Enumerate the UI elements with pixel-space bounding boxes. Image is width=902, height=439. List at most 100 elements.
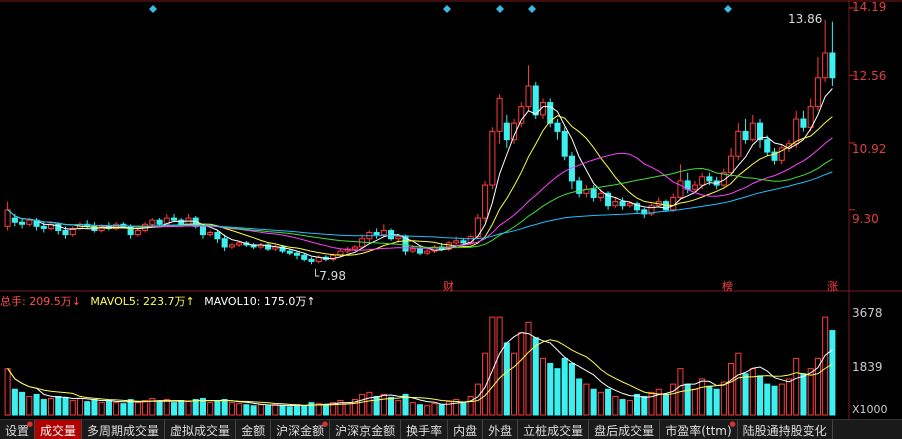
volume-bar-down — [170, 402, 178, 416]
tab-label: 多周期成交量 — [87, 424, 160, 438]
tab-label: 换手率 — [406, 424, 443, 438]
volume-axis-top: 3678 — [852, 306, 883, 320]
volume-bar-up — [163, 399, 170, 416]
volume-bar-up — [366, 391, 373, 416]
tab-8[interactable]: 内盘 — [448, 420, 484, 439]
volume-bar-up — [236, 403, 243, 416]
volume-bar-up — [496, 316, 503, 416]
tab-10[interactable]: 立桩成交量 — [518, 420, 590, 439]
volume-bar-up — [395, 400, 402, 416]
candle-up — [359, 238, 366, 248]
price-axis-level-1: 12.56 — [852, 69, 887, 83]
candle-down — [742, 130, 749, 141]
candle-down — [373, 232, 380, 236]
volume-bar-down — [11, 388, 18, 416]
candle-down — [199, 225, 206, 236]
tab-3[interactable]: 虚拟成交量 — [165, 420, 237, 439]
volume-bar-up — [699, 378, 706, 416]
volume-bar-down — [322, 404, 329, 416]
price-axis-level-2: 10.92 — [852, 142, 887, 156]
volume-bar-up — [525, 321, 532, 416]
tab-label: 内盘 — [453, 424, 478, 438]
candle-up — [496, 97, 503, 132]
volume-bar-down — [662, 393, 670, 416]
volume-bar-down — [800, 373, 807, 416]
volume-bar-down — [503, 342, 510, 416]
volume-bar-down — [829, 330, 836, 416]
volume-bar-down — [33, 393, 40, 416]
tab-1[interactable]: 成交量 — [35, 420, 83, 439]
volume-bar-down — [120, 403, 127, 416]
tab-dot-icon: ● — [26, 420, 34, 428]
tab-label: 沪深京金额 — [335, 424, 396, 438]
volume-bar-up — [691, 388, 698, 416]
candle-up — [691, 184, 698, 190]
volume-bar-down — [532, 337, 539, 416]
volume-bar-up — [612, 395, 619, 416]
volume-bar-down — [156, 401, 163, 416]
candle-up — [149, 219, 156, 225]
volume-bar-down — [706, 385, 713, 416]
volume-bar-up — [518, 332, 525, 416]
low-price-label: └7.98 — [312, 269, 346, 283]
tab-9[interactable]: 外盘 — [483, 420, 519, 439]
volume-bar-up — [670, 383, 677, 416]
volume-bar-down — [250, 405, 257, 416]
volume-bar-down — [634, 393, 641, 416]
volume-bar-up — [583, 383, 590, 416]
volume-axis-mid: 1839 — [852, 360, 883, 374]
volume-bar-up — [778, 383, 785, 416]
candle-up — [351, 246, 358, 250]
volume-bar-up — [257, 404, 264, 416]
volume-bar-down — [713, 388, 720, 416]
candle-down — [40, 225, 47, 229]
tab-dot-icon: ● — [729, 420, 736, 428]
volume-bar-up — [113, 402, 120, 416]
volume-bar-down — [619, 399, 626, 416]
volume-bar-up — [431, 403, 438, 416]
tab-2[interactable]: 多周期成交量 — [82, 420, 166, 439]
candle-up — [749, 122, 756, 141]
volume-bar-up — [424, 405, 431, 416]
volume-bar-down — [684, 383, 691, 416]
indicator-tab-bar: 设置 ● 成交量 多周期成交量 虚拟成交量 金额 沪深金额 ● 沪深京金额 换手率 内盘 外盘 立桩成交… — [0, 419, 902, 439]
tab-label: 立桩成交量 — [523, 424, 584, 438]
tab-0[interactable]: 设置 ● — [0, 420, 36, 439]
candle-down — [706, 176, 713, 182]
candle-down — [829, 52, 836, 79]
tab-label: 设置 — [5, 424, 30, 438]
candle-up — [807, 106, 814, 128]
tab-4[interactable]: 金额 — [236, 420, 272, 439]
tab-6[interactable]: 沪深京金额 — [330, 420, 402, 439]
total-volume-label: 总手: 209.5万↓ — [0, 295, 81, 308]
candle-down — [178, 219, 185, 225]
candle-up — [677, 180, 684, 198]
volume-bar-down — [40, 399, 47, 416]
candle-down — [460, 240, 467, 244]
event-tag-limit-up[interactable]: 涨 — [827, 278, 838, 294]
tab-7[interactable]: 换手率 — [401, 420, 449, 439]
event-tag-news[interactable]: 财 — [443, 278, 454, 294]
volume-bar-up — [409, 402, 416, 416]
volume-bar-down — [301, 405, 308, 416]
tab-13[interactable]: 陆股通持股变化 — [738, 420, 833, 439]
tab-label: 盘后成交量 — [594, 424, 655, 438]
tab-label: 外盘 — [488, 424, 513, 438]
tab-11[interactable]: 盘后成交量 — [589, 420, 661, 439]
volume-bar-up — [822, 316, 829, 416]
volume-bar-up — [720, 381, 727, 416]
candle-down — [416, 248, 424, 254]
candle-up — [626, 203, 633, 207]
candle-up — [424, 250, 431, 254]
volume-bar-up — [793, 357, 800, 416]
volume-bar-down — [243, 404, 250, 416]
tab-12[interactable]: 市盈率(ttm) ● — [660, 420, 738, 439]
volume-bar-down — [105, 400, 112, 416]
tab-5[interactable]: 沪深金额 ● — [271, 420, 331, 439]
high-price-label: 13.86 — [788, 12, 823, 26]
price-axis-top: 14.19 — [852, 0, 887, 14]
volume-bar-down — [84, 401, 91, 416]
volume-bar-down — [416, 404, 424, 416]
event-tag-rank[interactable]: 榜 — [722, 278, 733, 294]
volume-bar-down — [757, 375, 764, 416]
